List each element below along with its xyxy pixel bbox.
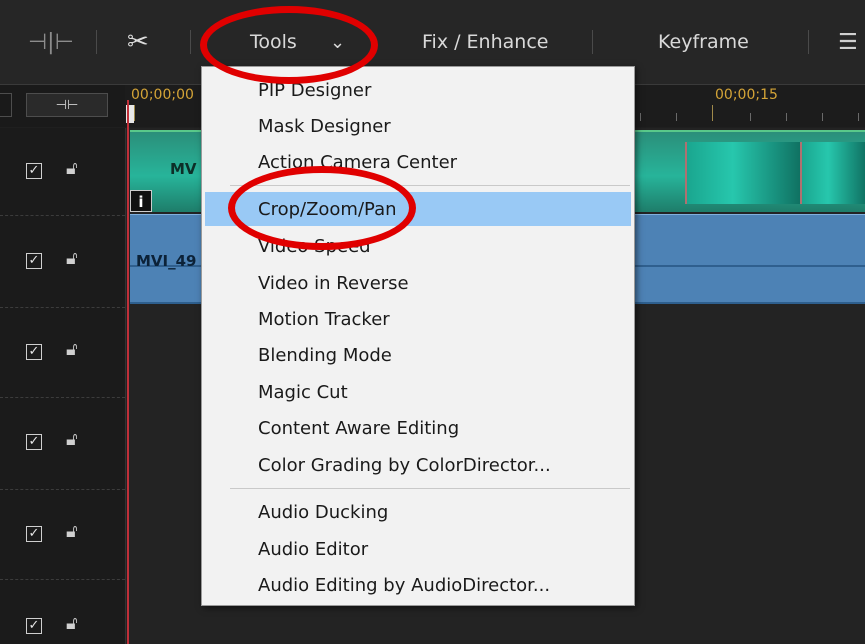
fit-timeline-button[interactable]: ⊣⊢ (26, 93, 108, 117)
toolbar-divider (808, 30, 809, 54)
video-clip-label: MV (170, 160, 197, 178)
split-marker-icon[interactable]: ⊣|⊢ (28, 0, 74, 84)
unlock-icon[interactable]: 🔓︎ (66, 521, 78, 542)
menu-item-motion-tracker[interactable]: Motion Tracker (205, 302, 631, 336)
menu-item-color-grading[interactable]: Color Grading by ColorDirector... (205, 448, 631, 482)
track-enable-checkbox[interactable]: ✓ (26, 434, 42, 450)
video-thumbnail (800, 142, 865, 204)
tools-dropdown-menu: PIP Designer Mask Designer Action Camera… (201, 66, 635, 606)
menu-item-pip-designer[interactable]: PIP Designer (205, 73, 631, 107)
ruler-tick (858, 113, 859, 121)
list-menu-icon[interactable]: ☰ (838, 0, 858, 84)
keyframe-button[interactable]: Keyframe (658, 0, 749, 84)
track-header: ✓ 🔓︎ (0, 216, 125, 308)
menu-item-content-aware-editing[interactable]: Content Aware Editing (205, 411, 631, 445)
unlock-icon[interactable]: 🔓︎ (66, 248, 78, 269)
unlock-icon[interactable]: 🔓︎ (66, 339, 78, 360)
track-header-column: ✓ 🔓︎ ✓ 🔓︎ ✓ 🔓︎ ✓ 🔓︎ ✓ 🔓︎ ✓ 🔓︎ (0, 128, 126, 644)
timecode-15: 00;00;15 (715, 87, 778, 103)
info-icon[interactable]: i (130, 190, 152, 212)
menu-item-video-speed[interactable]: Video Speed (205, 229, 631, 263)
track-enable-checkbox[interactable]: ✓ (26, 618, 42, 634)
ruler-tick (750, 113, 751, 121)
ruler-tick (822, 113, 823, 121)
ruler-tick (786, 113, 787, 121)
unlock-icon[interactable]: 🔓︎ (66, 429, 78, 450)
track-enable-checkbox[interactable]: ✓ (26, 526, 42, 542)
track-enable-checkbox[interactable]: ✓ (26, 253, 42, 269)
menu-divider (230, 488, 630, 489)
timecode-start: 00;00;00 (131, 87, 194, 103)
ruler-tick (676, 113, 677, 121)
menu-item-magic-cut[interactable]: Magic Cut (205, 375, 631, 409)
track-header: ✓ 🔓︎ (0, 128, 125, 216)
ruler-tick (134, 105, 135, 121)
playhead-line[interactable] (127, 100, 129, 644)
menu-item-video-in-reverse[interactable]: Video in Reverse (205, 266, 631, 300)
menu-item-audio-ducking[interactable]: Audio Ducking (205, 495, 631, 529)
video-thumbnail (685, 142, 802, 204)
audio-clip-label: MVI_49 (136, 252, 197, 270)
menu-item-mask-designer[interactable]: Mask Designer (205, 109, 631, 143)
toolbar-divider (96, 30, 97, 54)
unlock-icon[interactable]: 🔓︎ (66, 613, 78, 634)
ruler-edge-button[interactable] (0, 93, 12, 117)
toolbar-divider (592, 30, 593, 54)
track-enable-checkbox[interactable]: ✓ (26, 163, 42, 179)
scissors-icon[interactable]: ✂ (127, 0, 149, 84)
menu-item-audio-editing-audiodirector[interactable]: Audio Editing by AudioDirector... (205, 568, 631, 602)
track-header: ✓ 🔓︎ (0, 490, 125, 580)
menu-item-audio-editor[interactable]: Audio Editor (205, 532, 631, 566)
menu-divider (230, 185, 630, 186)
track-enable-checkbox[interactable]: ✓ (26, 344, 42, 360)
track-header: ✓ 🔓︎ (0, 580, 125, 644)
unlock-icon[interactable]: 🔓︎ (66, 158, 78, 179)
ruler-header: ⊣⊢ (0, 85, 125, 127)
toolbar-divider (190, 30, 191, 54)
ruler-tick (712, 105, 713, 121)
menu-item-action-camera-center[interactable]: Action Camera Center (205, 145, 631, 179)
ruler-tick (640, 113, 641, 121)
menu-item-crop-zoom-pan[interactable]: Crop/Zoom/Pan (205, 192, 631, 226)
menu-item-blending-mode[interactable]: Blending Mode (205, 338, 631, 372)
track-header: ✓ 🔓︎ (0, 308, 125, 398)
track-header: ✓ 🔓︎ (0, 398, 125, 490)
